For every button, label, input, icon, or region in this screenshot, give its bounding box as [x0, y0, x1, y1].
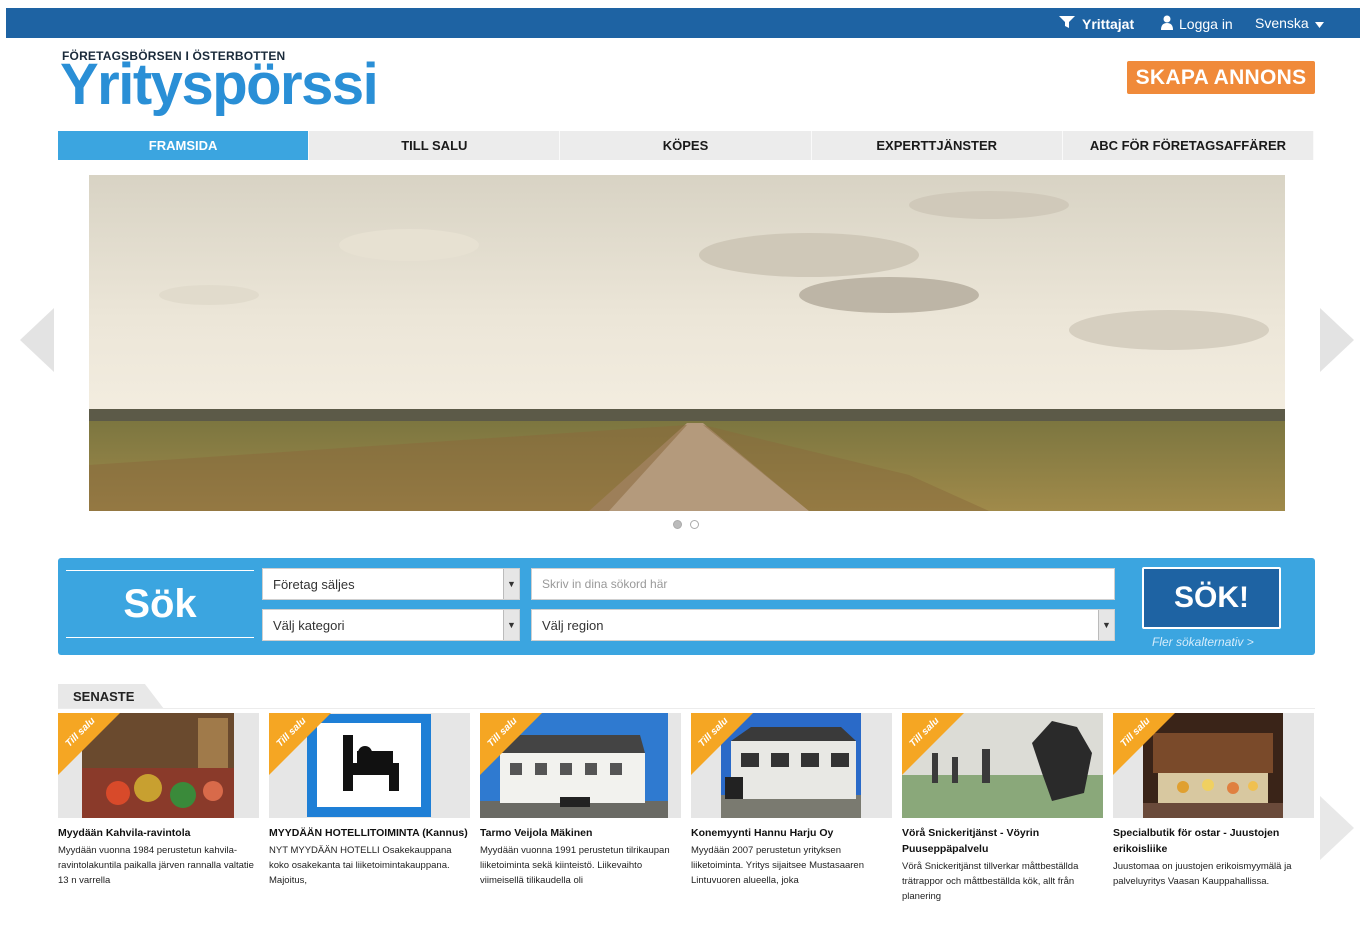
main-nav: FRAMSIDA TILL SALU KÖPES EXPERTTJÄNSTER … [58, 131, 1315, 160]
listing-description: Myydään 2007 perustetun yrityksen liiket… [691, 845, 865, 886]
yrittajat-link[interactable]: Yrittajat [1058, 15, 1134, 32]
listing-card[interactable]: Till salu Tarmo Veijola Mäkinen Myydään … [480, 713, 681, 923]
listing-description: Myydään vuonna 1991 perustetun tilrikaup… [480, 845, 670, 886]
login-label: Logga in [1179, 16, 1233, 32]
listing-card[interactable]: Till salu Myydään Kahvila-ravintola Myyd… [58, 713, 259, 923]
listing-card[interactable]: Till salu Konemyynti Hannu Harju Oy Myyd… [691, 713, 892, 923]
listing-thumbnail: Till salu [269, 713, 470, 818]
company-type-select[interactable]: Företag säljes ▼ [262, 568, 520, 600]
listing-title[interactable]: Tarmo Veijola Mäkinen [480, 825, 681, 841]
language-dropdown[interactable]: Svenska [1255, 15, 1324, 31]
funnel-icon [1058, 15, 1076, 32]
listing-thumbnail: Till salu [1113, 713, 1314, 818]
carousel-dot[interactable] [673, 520, 682, 529]
carousel-next-arrow[interactable] [1320, 308, 1354, 372]
latest-tab: SENASTE [58, 684, 164, 709]
caret-down-icon: ▼ [503, 610, 519, 640]
listing-card[interactable]: Till salu Vörå Snickeritjänst - Vöyrin P… [902, 713, 1103, 923]
listing-thumbnail: Till salu [58, 713, 259, 818]
hero-image [89, 175, 1285, 511]
carousel-dots [673, 520, 699, 529]
logo[interactable]: Yrityspörssi [60, 56, 379, 114]
caret-down-icon: ▼ [1098, 610, 1114, 640]
search-panel: Sök Företag säljes ▼ Välj kategori ▼ Skr… [58, 558, 1315, 655]
listing-description: Juustomaa on juustojen erikoismyymälä ja… [1113, 861, 1292, 887]
user-icon [1161, 15, 1173, 33]
listing-card[interactable]: Till salu MYYDÄÄN HOTELLITOIMINTA (Kannu… [269, 713, 470, 923]
create-ad-button[interactable]: SKAPA ANNONS [1127, 61, 1315, 94]
listing-title[interactable]: Myydään Kahvila-ravintola [58, 825, 259, 841]
tab-framsida[interactable]: FRAMSIDA [58, 131, 310, 160]
listing-title[interactable]: Vörå Snickeritjänst - Vöyrin Puuseppäpal… [902, 825, 1103, 857]
search-button[interactable]: SÖK! [1142, 567, 1281, 629]
listing-title[interactable]: MYYDÄÄN HOTELLITOIMINTA (Kannus) [269, 825, 470, 841]
listing-thumbnail: Till salu [480, 713, 681, 818]
keywords-input[interactable]: Skriv in dina sökord här [531, 568, 1115, 600]
category-select[interactable]: Välj kategori ▼ [262, 609, 520, 641]
carousel-prev-arrow[interactable] [20, 308, 54, 372]
listing-thumbnail: Till salu [691, 713, 892, 818]
caret-down-icon [1314, 15, 1324, 31]
region-select[interactable]: Välj region ▼ [531, 609, 1115, 641]
listing-description: Myydään vuonna 1984 perustetun kahvila- … [58, 845, 254, 886]
yrittajat-label: Yrittajat [1082, 15, 1135, 32]
listing-title[interactable]: Specialbutik för ostar - Juustojen eriko… [1113, 825, 1314, 857]
tab-abc[interactable]: ABC FÖR FÖRETAGSAFFÄRER [1063, 131, 1315, 160]
keywords-placeholder: Skriv in dina sökord här [542, 577, 668, 591]
listing-title[interactable]: Konemyynti Hannu Harju Oy [691, 825, 892, 841]
listing-card[interactable]: Till salu Specialbutik för ostar - Juust… [1113, 713, 1314, 923]
login-link[interactable]: Logga in [1161, 15, 1233, 33]
listings-next-arrow[interactable] [1320, 796, 1354, 860]
more-search-options-link[interactable]: Fler sökalternativ > [1152, 635, 1254, 649]
category-value: Välj kategori [273, 617, 345, 633]
company-type-value: Företag säljes [273, 576, 355, 592]
search-heading: Sök [66, 570, 254, 638]
tab-experttjanster[interactable]: EXPERTTJÄNSTER [812, 131, 1063, 160]
tab-till-salu[interactable]: TILL SALU [309, 131, 561, 160]
listing-thumbnail: Till salu [902, 713, 1103, 818]
top-bar: Yrittajat Logga in Svenska [6, 8, 1360, 38]
region-value: Välj region [542, 617, 604, 633]
caret-down-icon: ▼ [503, 569, 519, 599]
language-label: Svenska [1255, 15, 1309, 31]
listing-description: Vörå Snickeritjänst tillverkar måttbestä… [902, 861, 1079, 902]
listing-description: NYT MYYDÄÄN HOTELLI Osakekauppana koko o… [269, 845, 452, 886]
divider [58, 708, 1315, 709]
tab-kopes[interactable]: KÖPES [560, 131, 812, 160]
carousel-dot[interactable] [690, 520, 699, 529]
